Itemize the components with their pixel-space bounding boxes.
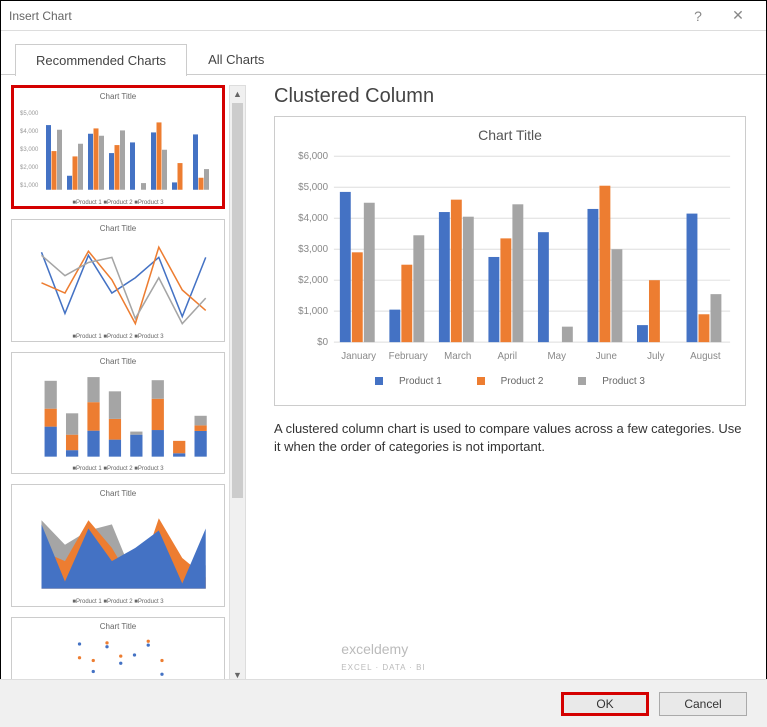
thumb-scatter[interactable]: Chart Title bbox=[11, 617, 225, 685]
svg-text:May: May bbox=[548, 351, 567, 362]
svg-text:January: January bbox=[341, 351, 376, 362]
thumb-chart-icon: $5,000 $4,000 $3,000 $2,000 $1,000 bbox=[18, 103, 218, 197]
help-button[interactable]: ? bbox=[678, 8, 718, 24]
svg-text:$4,000: $4,000 bbox=[298, 213, 328, 224]
ok-button[interactable]: OK bbox=[561, 692, 649, 716]
swatch-icon bbox=[375, 377, 383, 385]
window-title: Insert Chart bbox=[9, 9, 678, 23]
svg-text:$1,000: $1,000 bbox=[298, 306, 328, 317]
chart-title: Chart Title bbox=[285, 127, 735, 143]
thumb-title: Chart Title bbox=[18, 92, 218, 101]
svg-text:April: April bbox=[497, 351, 517, 362]
chart-type-heading: Clustered Column bbox=[274, 85, 746, 108]
svg-text:June: June bbox=[596, 351, 617, 362]
preview-panel: Clustered Column Chart Title $6,000 $5,00… bbox=[246, 85, 756, 685]
scroll-up-arrow[interactable]: ▲ bbox=[230, 86, 245, 103]
legend-item-1: Product 1 bbox=[367, 376, 450, 387]
svg-text:$5,000: $5,000 bbox=[20, 111, 39, 117]
thumb-title: Chart Title bbox=[16, 622, 220, 631]
legend-item-2: Product 2 bbox=[469, 376, 552, 387]
thumb-title: Chart Title bbox=[16, 224, 220, 233]
swatch-icon bbox=[578, 377, 586, 385]
cancel-button[interactable]: Cancel bbox=[659, 692, 747, 716]
svg-text:$3,000: $3,000 bbox=[20, 147, 39, 153]
thumb-legend: ■Product 1 ■Product 2 ■Product 3 bbox=[16, 466, 220, 472]
watermark: exceldemy EXCEL · DATA · BI bbox=[341, 641, 425, 673]
swatch-icon bbox=[477, 377, 485, 385]
dialog-footer: OK Cancel bbox=[0, 679, 767, 727]
svg-text:August: August bbox=[690, 351, 721, 362]
thumb-line-icon bbox=[16, 235, 220, 331]
title-bar: Insert Chart ? ✕ bbox=[1, 1, 766, 31]
scroll-thumb[interactable] bbox=[232, 103, 243, 498]
svg-text:$4,000: $4,000 bbox=[20, 129, 39, 135]
thumb-stacked-icon bbox=[16, 368, 220, 464]
thumb-legend: ■Product 1 ■Product 2 ■Product 3 bbox=[18, 200, 218, 206]
svg-text:July: July bbox=[647, 351, 664, 362]
thumb-title: Chart Title bbox=[16, 357, 220, 366]
tab-strip: Recommended Charts All Charts bbox=[1, 31, 766, 75]
thumbnails-scrollbar[interactable]: ▲ ▼ bbox=[229, 85, 246, 685]
svg-text:$6,000: $6,000 bbox=[298, 151, 328, 162]
svg-text:$1,000: $1,000 bbox=[20, 183, 39, 189]
tab-recommended[interactable]: Recommended Charts bbox=[15, 44, 187, 76]
tab-all-charts[interactable]: All Charts bbox=[187, 43, 285, 75]
thumb-title: Chart Title bbox=[16, 489, 220, 498]
legend-item-3: Product 3 bbox=[570, 376, 653, 387]
thumbnails-panel: Chart Title $5,000 $4,000 $3,000 $2,000 $1,0… bbox=[11, 85, 246, 685]
svg-text:$2,000: $2,000 bbox=[20, 165, 39, 171]
svg-text:March: March bbox=[444, 351, 471, 362]
svg-text:$3,000: $3,000 bbox=[298, 244, 328, 255]
chart-legend: Product 1 Product 2 Product 3 bbox=[285, 376, 735, 387]
thumb-stacked-column[interactable]: Chart Title ■Product 1 ■Product 2 ■Produ… bbox=[11, 352, 225, 475]
svg-text:$5,000: $5,000 bbox=[298, 182, 328, 193]
dialog-body: Chart Title $5,000 $4,000 $3,000 $2,000 $1,0… bbox=[1, 75, 766, 685]
scroll-track[interactable] bbox=[230, 103, 245, 667]
thumbnails-list: Chart Title $5,000 $4,000 $3,000 $2,000 $1,0… bbox=[11, 85, 229, 685]
thumb-area-icon bbox=[16, 500, 220, 596]
chart-preview[interactable]: Chart Title $6,000 $5,000 $4,000 $3,000 $2,0… bbox=[274, 116, 746, 406]
thumb-legend: ■Product 1 ■Product 2 ■Product 3 bbox=[16, 334, 220, 340]
svg-text:$0: $0 bbox=[317, 337, 328, 348]
thumb-line[interactable]: Chart Title ■Product 1 ■Product 2 ■Produ… bbox=[11, 219, 225, 342]
thumb-clustered-column[interactable]: Chart Title $5,000 $4,000 $3,000 $2,000 $1,0… bbox=[11, 85, 225, 209]
svg-text:$2,000: $2,000 bbox=[298, 275, 328, 286]
thumb-scatter-icon bbox=[16, 633, 220, 682]
clustered-column-chart: $6,000 $5,000 $4,000 $3,000 $2,000 $1,000 $0 Ja… bbox=[285, 149, 735, 369]
svg-text:February: February bbox=[389, 351, 428, 362]
thumb-area[interactable]: Chart Title ■Product 1 ■Product 2 ■Produ… bbox=[11, 484, 225, 607]
chart-description: A clustered column chart is used to comp… bbox=[274, 420, 746, 456]
thumb-legend: ■Product 1 ■Product 2 ■Product 3 bbox=[16, 599, 220, 605]
close-button[interactable]: ✕ bbox=[718, 7, 758, 24]
